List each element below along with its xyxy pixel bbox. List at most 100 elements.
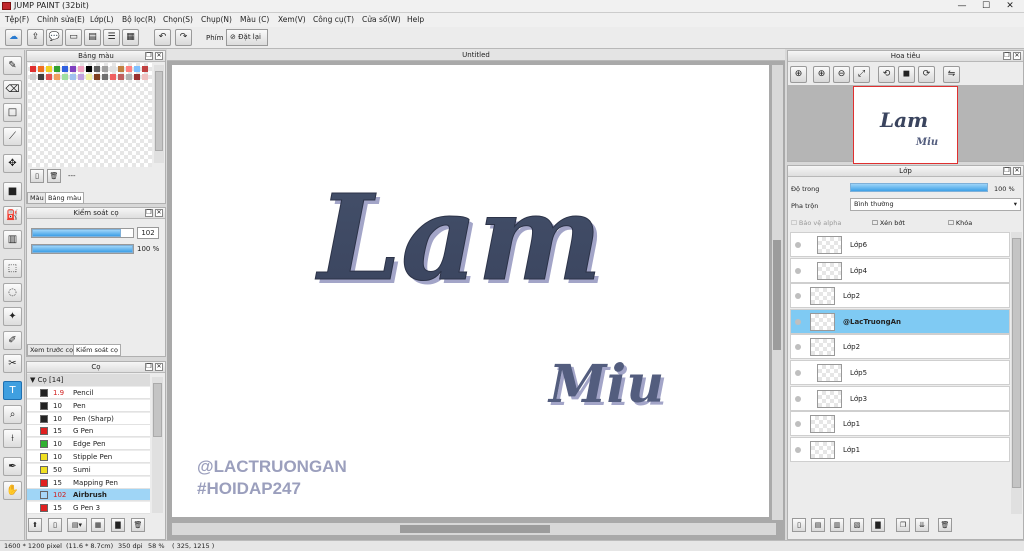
color-swatch[interactable] [118,66,124,72]
brush-item[interactable]: 10 Edge Pen [27,438,150,451]
menu-tools[interactable]: Công cụ(T) [313,15,354,24]
new-layer-3-icon[interactable]: ▥ [830,518,844,532]
visibility-toggle[interactable] [795,446,801,453]
tone-layer-icon[interactable]: ▧ [850,518,864,532]
brush-doc-icon[interactable]: ▦ [91,518,105,532]
brush-add-icon[interactable]: ⬆ [28,518,42,532]
text-tool-icon[interactable]: T [3,381,22,400]
visibility-toggle[interactable] [795,293,801,300]
color-swatch[interactable] [126,74,132,80]
comment-icon[interactable]: 💬 [46,29,63,46]
size-slider[interactable] [31,228,134,238]
close-button[interactable]: ✕ [998,0,1022,12]
color-swatch[interactable] [86,66,92,72]
reset-button[interactable]: ⊘ Đặt lại [226,29,268,46]
menu-color[interactable]: Màu (C) [240,15,269,24]
color-swatch[interactable] [30,66,36,72]
color-swatch[interactable] [70,66,76,72]
tab-palette[interactable]: Bảng màu [45,192,85,204]
layer-row[interactable]: Lớp2 [790,283,1010,309]
color-swatch[interactable] [110,74,116,80]
brush-tool-icon[interactable]: ✎ [3,56,22,75]
layer-row[interactable]: Lớp6 [790,232,1010,257]
layer-row[interactable]: Lớp4 [790,257,1010,283]
rotate-right-icon[interactable]: ⟳ [918,66,935,83]
float-icon[interactable]: ❐ [1003,52,1011,60]
select-pen-icon[interactable]: ✐ [3,331,22,350]
visibility-toggle[interactable] [795,267,801,274]
magic-wand-icon[interactable]: ✦ [3,307,22,326]
brush-copy-icon[interactable]: ▤▾ [67,518,87,532]
close-icon[interactable]: ✕ [1013,52,1021,60]
balloon-tool-icon[interactable]: ⌕ [3,405,22,424]
gradient-tool-icon[interactable]: ▥ [3,230,22,249]
color-swatch[interactable] [94,66,100,72]
size-value[interactable]: 102 [137,227,159,239]
swatch-grid[interactable] [28,63,152,167]
menu-layer[interactable]: Lớp(L) [90,15,114,24]
menu-help[interactable]: Help [407,15,424,24]
tab-brush-preview[interactable]: Xem trước cọ [27,344,77,356]
new-swatch-icon[interactable]: ▯ [30,169,44,183]
close-icon[interactable]: ✕ [155,209,163,217]
visibility-toggle[interactable] [795,242,801,248]
scrollbar[interactable] [154,65,164,163]
layer-row[interactable]: @LacTruongAn [790,308,1010,334]
close-icon[interactable]: ✕ [155,363,163,371]
layer-folder-icon[interactable]: ▇ [871,518,885,532]
dropper-tool-icon[interactable]: ⟊ [3,429,22,448]
trash-icon[interactable]: 🗑 [47,169,61,183]
fit-icon[interactable]: ⤢ [853,66,870,83]
layer-row[interactable]: Lớp3 [790,385,1010,411]
color-swatch[interactable] [126,66,132,72]
menu-view[interactable]: Xem(V) [278,15,306,24]
menu-capture[interactable]: Chụp(N) [201,15,232,24]
brush-scrollbar[interactable] [152,377,163,513]
eyedropper-tool-icon[interactable]: ✒ [3,457,22,476]
color-swatch[interactable] [102,66,108,72]
visibility-toggle[interactable] [795,318,801,325]
color-swatch[interactable] [54,66,60,72]
document-canvas[interactable]: Lam Lam Miu Miu @LACTRUONGAN #HOIDAP247 [172,65,769,517]
zoom-out-icon[interactable]: ⊖ [833,66,850,83]
color-swatch[interactable] [86,74,92,80]
canvas-vscroll[interactable] [772,65,783,520]
color-swatch[interactable] [54,74,60,80]
fill-rect-tool-icon[interactable]: ■ [3,182,22,201]
maximize-button[interactable]: ☐ [974,0,998,12]
cloud-icon[interactable]: ☁ [5,29,22,46]
canvas-tab[interactable]: Untitled [167,49,785,61]
float-icon[interactable]: ❐ [145,52,153,60]
lock-checkbox[interactable]: ☐ Khóa [948,219,972,227]
color-swatch[interactable] [118,74,124,80]
menu-file[interactable]: Tệp(F) [5,15,29,24]
share-icon[interactable]: ⇪ [27,29,44,46]
zoom-in-icon[interactable]: ⊕ [813,66,830,83]
page-icon[interactable]: ▦ [122,29,139,46]
new-layer-icon[interactable]: ▯ [792,518,806,532]
menu-select[interactable]: Chọn(S) [163,15,193,24]
list-icon[interactable]: ☰ [103,29,120,46]
flip-icon[interactable]: ⇋ [943,66,960,83]
layer-row[interactable]: Lớp2 [790,334,1010,360]
brush-item[interactable]: 15 G Pen 3 [27,502,150,515]
brush-item[interactable]: 10 Pen [27,399,150,412]
tab-colors[interactable]: Màu [27,192,47,204]
color-swatch[interactable] [78,74,84,80]
menu-filter[interactable]: Bộ lọc(R) [122,15,156,24]
color-swatch[interactable] [78,66,84,72]
color-swatch[interactable] [46,74,52,80]
new-layer-2-icon[interactable]: ▤ [811,518,825,532]
visibility-toggle[interactable] [795,344,801,351]
blend-select[interactable]: Bình thường ▾ [850,198,1021,211]
brush-item[interactable]: 15 G Pen [27,425,150,438]
color-swatch[interactable] [110,66,116,72]
color-swatch[interactable] [30,74,36,80]
brush-folder-icon[interactable]: ▇ [111,518,125,532]
color-swatch[interactable] [70,74,76,80]
layer-opacity-slider[interactable] [850,183,988,192]
duplicate-layer-icon[interactable]: ❐ [896,518,910,532]
brush-group[interactable]: ▼ Cọ [14] [27,374,150,386]
merge-layer-icon[interactable]: ⇊ [915,518,929,532]
menu-window[interactable]: Cửa sổ(W) [362,15,401,24]
